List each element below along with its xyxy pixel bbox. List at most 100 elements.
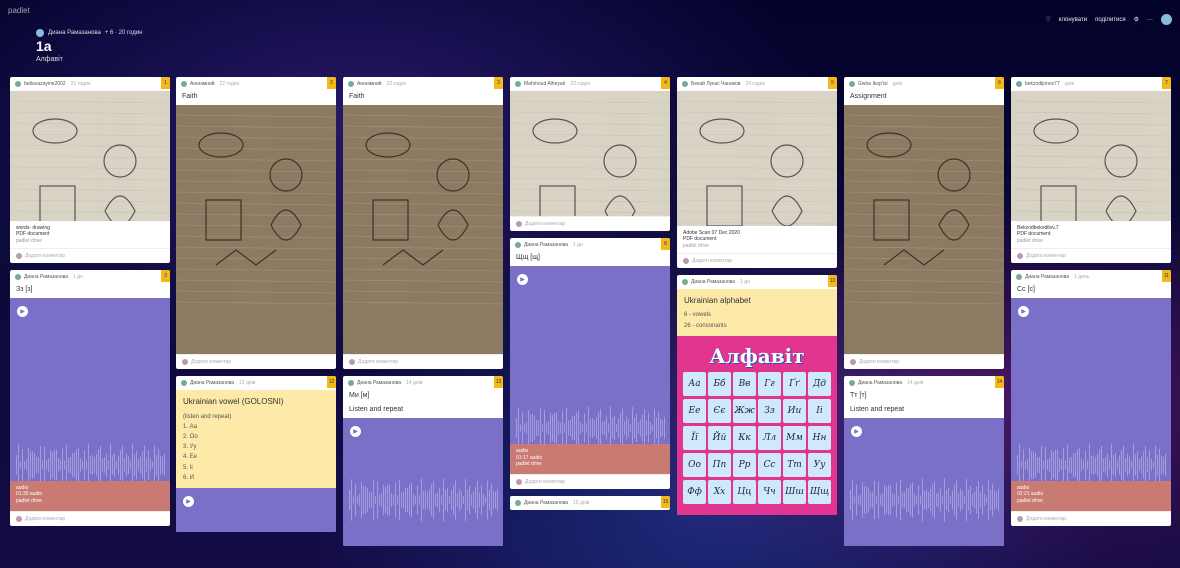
- author-avatar: [1016, 273, 1022, 280]
- play-icon[interactable]: ▶: [517, 274, 528, 285]
- heart-icon[interactable]: ♡: [1045, 16, 1050, 23]
- post-image[interactable]: [10, 91, 170, 221]
- share-button[interactable]: поділитися: [1095, 17, 1126, 23]
- audio-player[interactable]: ▶ audio 02:21 audio padlet drive: [1011, 297, 1171, 511]
- add-comment-placeholder[interactable]: Додати коментар: [25, 253, 65, 259]
- note-line: (listen and repeat): [183, 413, 232, 420]
- author-avatar: [682, 81, 688, 87]
- add-comment-placeholder[interactable]: Додати коментар: [692, 258, 732, 264]
- add-comment-field[interactable]: Додати коментар: [677, 252, 837, 268]
- author-name[interactable]: Диана Рамазанова: [48, 30, 101, 36]
- post-card[interactable]: Диана Рамазанова 1 дн 8 Щщ [щ] ▶ audio 01:17 a…: [510, 238, 670, 489]
- post-author[interactable]: Анонімний: [357, 81, 382, 87]
- alphabet-letter: Зз: [758, 398, 781, 423]
- post-time: 1 дн: [73, 273, 83, 280]
- post-number-badge: 11: [1162, 269, 1171, 282]
- add-comment-field[interactable]: Додати коментар: [510, 474, 670, 489]
- audio-player[interactable]: ▶ audio 01:30 audio padlet drive: [10, 297, 170, 511]
- post-image[interactable]: [176, 105, 336, 354]
- post-card[interactable]: fadiavazayine2002 21 годин 1 words- drawing…: [10, 77, 170, 263]
- add-comment-field[interactable]: Додати коментар: [10, 247, 170, 263]
- add-comment-field[interactable]: Додати коментар: [1011, 510, 1171, 526]
- note-line: 5. Іі: [183, 464, 193, 471]
- audio-player[interactable]: ▶: [343, 418, 503, 546]
- post-author[interactable]: Диана Рамазанова: [357, 380, 401, 386]
- post-card[interactable]: Диана Рамазанова 14 днів 13 Ми [м] Listen an…: [343, 376, 503, 546]
- post-card[interactable]: Диана Рамазанова 13 днів 12 Ukrainian vowel…: [176, 376, 336, 532]
- play-icon[interactable]: ▶: [350, 426, 361, 437]
- post-author[interactable]: Диана Рамазанова: [691, 279, 735, 285]
- avatar[interactable]: [36, 29, 44, 37]
- post-header: Диана Рамазанова 1 дн 10: [677, 274, 837, 289]
- add-comment-field[interactable]: Додати коментар: [10, 510, 170, 526]
- post-image[interactable]: [844, 105, 1004, 354]
- post-image[interactable]: [510, 91, 670, 216]
- gear-icon[interactable]: ⚙: [1134, 16, 1139, 23]
- post-author[interactable]: Диана Рамазанова: [524, 242, 568, 248]
- post-title: Тт [т]: [850, 392, 867, 399]
- header-actions: ♡ клонувати поділитися ⚙ ···: [1045, 14, 1172, 25]
- audio-player[interactable]: ▶: [844, 418, 1004, 546]
- user-avatar[interactable]: [1161, 14, 1172, 25]
- alphabet-letter: Аа: [683, 371, 706, 396]
- add-comment-placeholder[interactable]: Додати коментар: [358, 359, 398, 365]
- board-column: fadiavazayine2002 21 годин 1 words- drawing…: [10, 77, 170, 533]
- add-comment-field[interactable]: Додати коментар: [844, 354, 1004, 369]
- add-comment-placeholder[interactable]: Додати коментар: [859, 359, 899, 365]
- clone-button[interactable]: клонувати: [1059, 17, 1087, 23]
- alphabet-poster[interactable]: Алфавіт Аа Бб Вв Гг Ґґ Дд Ее Єє Жж Зз Ии Іі Її Йй Кк Лл М…: [677, 335, 837, 515]
- attachment-source: padlet drive: [16, 237, 42, 244]
- post-image[interactable]: [1011, 91, 1171, 221]
- play-icon[interactable]: ▶: [183, 495, 194, 507]
- post-card[interactable]: Анонімний 22 годин 3 Faith Додати коментар: [343, 77, 503, 369]
- add-comment-field[interactable]: Додати коментар: [176, 354, 336, 369]
- post-author[interactable]: Анонімний: [190, 81, 215, 87]
- post-card[interactable]: Диана Рамазанова 1 дн 3 Зз [з] ▶ audio 01:30 a…: [10, 269, 170, 526]
- add-comment-placeholder[interactable]: Додати коментар: [1026, 516, 1066, 522]
- post-author[interactable]: fadiavazayine2002: [24, 81, 66, 87]
- post-card[interactable]: Диана Рамазанова 14 днів 14 Тт [т] Listen an…: [844, 376, 1004, 546]
- post-card[interactable]: Диана Рамазанова 10 днів 15: [510, 496, 670, 510]
- play-icon[interactable]: ▶: [17, 305, 28, 317]
- post-image[interactable]: [677, 91, 837, 226]
- post-author[interactable]: Диана Рамазанова: [190, 380, 234, 386]
- post-author[interactable]: bekzodijonov77: [1025, 81, 1060, 87]
- more-icon[interactable]: ···: [1147, 17, 1153, 23]
- post-card[interactable]: Диана Рамазанова 1 дн 10 Ukrainian alphabet…: [677, 274, 837, 515]
- post-time: днів: [892, 81, 903, 87]
- post-card[interactable]: Mahmoud Alheyari 22 годин 4 Додати коментар: [510, 77, 670, 231]
- play-icon[interactable]: ▶: [851, 426, 862, 437]
- audio-player[interactable]: ▶ audio 01:17 audio padlet drive: [510, 266, 670, 474]
- post-image[interactable]: [343, 105, 503, 354]
- add-comment-placeholder[interactable]: Додати коментар: [1026, 253, 1066, 259]
- add-comment-field[interactable]: Додати коментар: [343, 354, 503, 369]
- play-icon[interactable]: ▶: [1018, 305, 1029, 317]
- post-author[interactable]: Диана Рамазанова: [1025, 274, 1069, 280]
- post-author[interactable]: Диана Рамазанова: [24, 274, 68, 280]
- add-comment-placeholder[interactable]: Додати коментар: [525, 479, 565, 485]
- post-author[interactable]: Gwira Ikop'isi: [858, 81, 888, 87]
- author-line: Диана Рамазанова + 6 · 20 годин: [36, 29, 142, 37]
- post-author[interactable]: Диана Рамазанова: [858, 380, 902, 386]
- audio-player[interactable]: ▶: [176, 487, 336, 532]
- add-comment-field[interactable]: Додати коментар: [510, 216, 670, 231]
- waveform: [850, 478, 999, 522]
- post-author[interactable]: Mahmoud Alheyari: [524, 81, 565, 87]
- add-comment-placeholder[interactable]: Додати коментар: [25, 516, 65, 522]
- post-card[interactable]: Диана Рамазанова 1 день 11 Сс [с] ▶ audio 02:2…: [1011, 269, 1171, 526]
- post-card[interactable]: Gwira Ikop'isi днів 6 Assignment Додати коме…: [844, 77, 1004, 369]
- post-card[interactable]: bekzodijonov77 днів 7 Bekzodbekodilov,7 PDF …: [1011, 77, 1171, 263]
- author-meta: + 6 · 20 годин: [104, 30, 143, 36]
- post-author[interactable]: Бекай Лукас Чанаков: [691, 81, 740, 87]
- post-author[interactable]: Диана Рамазанова: [524, 500, 568, 506]
- post-card[interactable]: Анонімний 22 годин 2 Faith Додати коментар: [176, 77, 336, 369]
- add-comment-placeholder[interactable]: Додати коментар: [525, 221, 565, 227]
- author-avatar: [682, 278, 688, 285]
- alphabet-letter: Ее: [683, 398, 706, 423]
- add-comment-field[interactable]: Додати коментар: [1011, 247, 1171, 263]
- alphabet-letter: Лл: [758, 425, 781, 450]
- add-comment-placeholder[interactable]: Додати коментар: [191, 359, 231, 365]
- post-card[interactable]: Бекай Лукас Чанаков 24 годин 5 Adobe Scan 0…: [677, 77, 837, 268]
- brand-logo[interactable]: padlet: [8, 6, 30, 15]
- board-column: Анонімний 22 годин 3 Faith Додати коментар Ди…: [343, 77, 503, 553]
